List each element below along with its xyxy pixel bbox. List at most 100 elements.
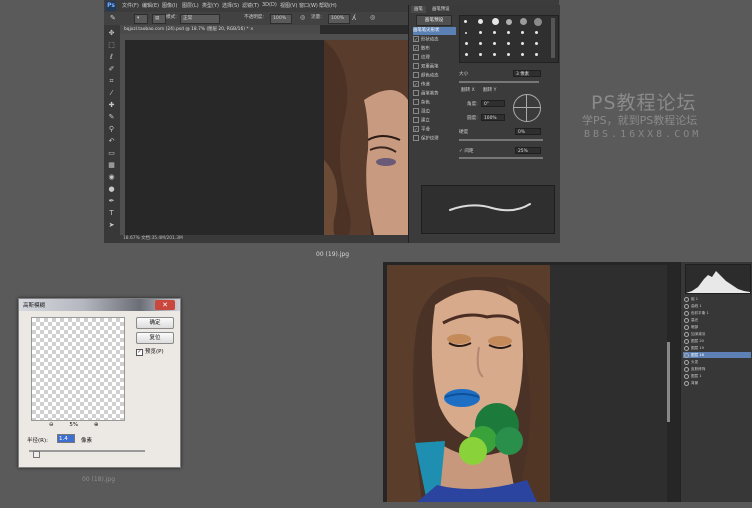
flow-field[interactable]: 100% — [328, 14, 350, 24]
ok-button[interactable]: 确定 — [136, 317, 174, 329]
menu-file[interactable]: 文件(F) — [122, 2, 139, 9]
brush-tool-active-icon[interactable]: ✎ — [107, 113, 116, 122]
move-tool-icon[interactable]: ✥ — [107, 29, 116, 38]
reset-button[interactable]: 复位 — [136, 332, 174, 344]
size-field[interactable]: 3 像素 — [513, 70, 541, 77]
brush-option-tip-shape[interactable]: 画笔笔尖形状 — [413, 27, 456, 35]
lasso-tool-icon[interactable]: ℓ — [107, 53, 116, 62]
brush-option-transfer[interactable]: ✓ 传递 — [413, 81, 456, 89]
tab-brush[interactable]: 画笔 — [411, 6, 426, 13]
healing-brush-icon[interactable]: ✚ — [107, 101, 116, 110]
hardness-slider[interactable] — [459, 139, 543, 141]
layers-panel: 组 1 曲线 1 色彩平衡 1 高光 暗部 加深减淡 图层 20 图层 19 图… — [680, 262, 752, 502]
type-tool-icon[interactable]: T — [107, 209, 116, 218]
pen-tool-icon[interactable]: ✒ — [107, 197, 116, 206]
layer-row-selected[interactable]: 图层 18 — [683, 352, 751, 358]
menu-layer[interactable]: 图层(L) — [182, 2, 199, 9]
caption-bottom: 00 (18).jpg — [82, 476, 116, 483]
brush-size-picker[interactable]: ▾ — [134, 14, 148, 24]
dialog-title-bar[interactable]: 高斯模糊 ✕ — [19, 299, 180, 311]
brush-tool-icon[interactable]: ✎ — [110, 14, 116, 22]
zoom-level: 5% — [69, 422, 79, 428]
gradient-icon[interactable]: ▦ — [107, 161, 116, 170]
spacing-field[interactable]: 25% — [515, 147, 541, 154]
radius-input[interactable]: 1.4 — [57, 434, 75, 443]
menu-filter[interactable]: 滤镜(T) — [242, 2, 259, 9]
path-select-icon[interactable]: ➤ — [107, 221, 116, 230]
brush-option-noise[interactable]: 杂色 — [413, 99, 456, 107]
brush-option-smoothing[interactable]: ✓ 平滑 — [413, 126, 456, 134]
layer-row[interactable]: 背景 — [683, 380, 751, 386]
document-tab[interactable]: bqjxzl.taobao.com (24).psd @ 18.7% (图层 2… — [120, 25, 320, 34]
eraser-icon[interactable]: ▭ — [107, 149, 116, 158]
marquee-tool-icon[interactable]: ⬚ — [107, 41, 116, 50]
quick-select-icon[interactable]: ✐ — [107, 65, 116, 74]
layer-row[interactable]: 色彩平衡 1 — [683, 310, 751, 316]
angle-field[interactable]: 0° — [481, 100, 505, 107]
menu-image[interactable]: 图像(I) — [162, 2, 177, 9]
opacity-field[interactable]: 100% — [270, 14, 292, 24]
angle-roundness-widget[interactable] — [513, 94, 541, 122]
radius-slider-thumb[interactable] — [33, 451, 40, 458]
layer-row[interactable]: 皮肤修饰 — [683, 366, 751, 372]
menu-type[interactable]: 类型(Y) — [202, 2, 219, 9]
layer-row[interactable]: 组 1 — [683, 296, 751, 302]
brush-option-color-dynamics[interactable]: 颜色动态 — [413, 72, 456, 80]
layer-row[interactable]: 图层 1 — [683, 373, 751, 379]
layer-row[interactable]: 图层 20 — [683, 338, 751, 344]
layer-row[interactable]: 高光 — [683, 317, 751, 323]
airbrush-icon[interactable]: ʎ — [352, 14, 356, 22]
flip-y-checkbox[interactable]: 翻转 Y — [483, 87, 496, 93]
layer-row[interactable]: 图层 19 — [683, 345, 751, 351]
photoshop-logo: Ps — [106, 1, 116, 11]
menu-select[interactable]: 选择(S) — [222, 2, 239, 9]
blur-tool-icon[interactable]: ◉ — [107, 173, 116, 182]
hardness-field[interactable]: 0% — [515, 128, 541, 135]
brush-option-wet-edges[interactable]: 湿边 — [413, 108, 456, 116]
brush-panel-toggle-icon[interactable]: ▤ — [152, 14, 166, 24]
brush-option-brush-pose[interactable]: 画笔笔势 — [413, 90, 456, 98]
caption-top: 00 (19).jpg — [316, 251, 350, 258]
close-icon[interactable]: ✕ — [155, 300, 175, 310]
flip-x-checkbox[interactable]: 翻转 X — [461, 87, 475, 93]
preview-checkbox[interactable]: ✓ 预览(P) — [136, 347, 164, 356]
crop-tool-icon[interactable]: ⌗ — [107, 77, 116, 86]
layer-row[interactable]: 暗部 — [683, 324, 751, 330]
spacing-checkbox[interactable]: ✓ 间距 — [459, 148, 474, 154]
pressure-opacity-icon[interactable]: ◎ — [300, 14, 305, 22]
dodge-tool-icon[interactable]: ● — [107, 185, 116, 194]
blur-preview-area[interactable] — [31, 317, 125, 421]
menu-view[interactable]: 视图(V) — [280, 2, 297, 9]
dialog-title: 高斯模糊 — [23, 303, 46, 309]
history-brush-icon[interactable]: ↶ — [107, 137, 116, 146]
layer-row[interactable]: 加深减淡 — [683, 331, 751, 337]
eyedropper-icon[interactable]: ⁄ — [107, 89, 116, 98]
brush-option-dual-brush[interactable]: 双重画笔 — [413, 63, 456, 71]
pressure-size-icon[interactable]: ◎ — [370, 14, 375, 22]
brush-option-build-up[interactable]: 建立 — [413, 117, 456, 125]
size-slider[interactable] — [459, 81, 539, 83]
brush-presets-button[interactable]: 画笔预设 — [416, 15, 452, 26]
roundness-field[interactable]: 100% — [481, 114, 505, 121]
radius-slider-track[interactable] — [29, 450, 145, 452]
zoom-out-icon[interactable]: ⊖ — [49, 422, 54, 428]
brush-option-scattering[interactable]: ✓ 散布 — [413, 45, 456, 53]
clone-stamp-icon[interactable]: ⚲ — [107, 125, 116, 134]
menu-help[interactable]: 帮助(H) — [319, 2, 337, 9]
brush-option-shape-dynamics[interactable]: ✓ 形状动态 — [413, 36, 456, 44]
tab-brush-presets[interactable]: 画笔预设 — [429, 6, 453, 13]
mode-select[interactable]: 正常 — [180, 14, 220, 24]
vertical-scrollbar[interactable] — [667, 342, 670, 422]
menu-3d[interactable]: 3D(D) — [262, 2, 277, 8]
document-canvas-bottom[interactable] — [550, 265, 667, 502]
layer-row[interactable]: 曲线 1 — [683, 303, 751, 309]
spacing-slider[interactable] — [459, 157, 543, 159]
menu-window[interactable]: 窗口(W) — [299, 2, 318, 9]
brush-option-protect-texture[interactable]: 保护纹理 — [413, 135, 456, 143]
zoom-in-icon[interactable]: ⊕ — [94, 422, 99, 428]
layer-row[interactable]: 头发 — [683, 359, 751, 365]
menu-edit[interactable]: 编辑(E) — [142, 2, 159, 9]
brush-panel: 画笔 画笔预设 画笔预设 画笔笔尖形状 ✓ 形状动态 ✓ 散布 纹理 双重画笔 颜色… — [408, 5, 560, 243]
brush-option-texture[interactable]: 纹理 — [413, 54, 456, 62]
brush-tip-grid[interactable] — [459, 15, 559, 63]
